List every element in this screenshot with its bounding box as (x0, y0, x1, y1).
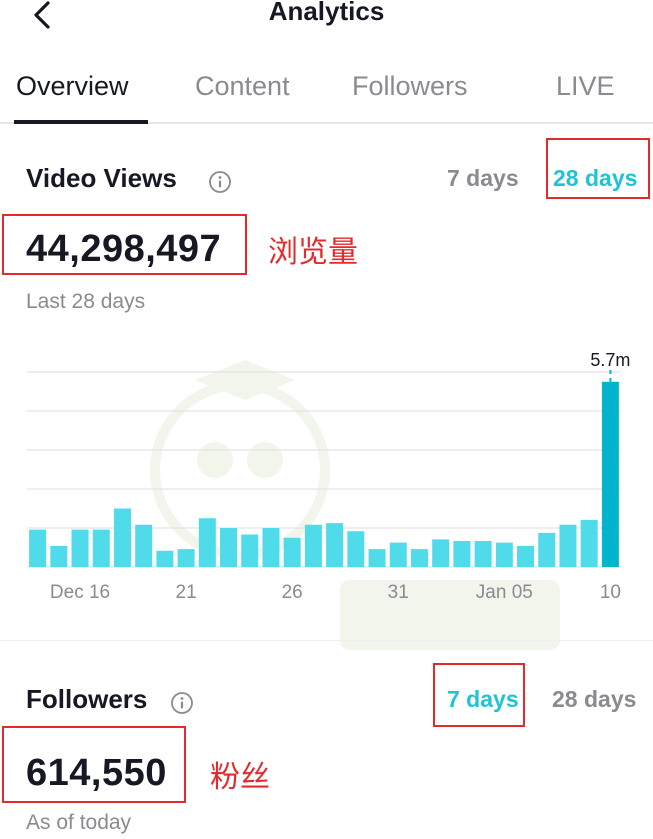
chart-bar[interactable] (559, 524, 577, 567)
chart-bar[interactable] (368, 549, 386, 567)
info-icon[interactable] (208, 170, 232, 194)
chart-bar[interactable] (410, 549, 428, 567)
chart-bar[interactable] (453, 541, 471, 567)
video-views-subtext: Last 28 days (26, 290, 146, 313)
tab-live[interactable]: LIVE (556, 71, 615, 102)
chart-bar[interactable] (220, 528, 238, 567)
video-views-chart: 5.7m Dec 16 21 26 31 Jan 05 10 (27, 350, 630, 603)
annotation-label: 浏览量 (268, 235, 358, 270)
followers-title: Followers (26, 684, 148, 714)
followers-subtext: As of today (26, 811, 132, 834)
chart-bar[interactable] (71, 529, 89, 567)
chart-bar[interactable] (432, 539, 450, 567)
x-tick-label: Dec 16 (50, 582, 110, 603)
chart-bar[interactable] (177, 549, 195, 567)
chart-bar[interactable] (538, 532, 556, 567)
x-tick-label: 21 (176, 582, 197, 603)
highlight-box (433, 663, 525, 727)
highlight-box (546, 138, 650, 199)
chart-bar[interactable] (241, 534, 259, 568)
chart-bar[interactable] (495, 542, 513, 567)
chart-bar[interactable] (347, 531, 365, 567)
chart-bar[interactable] (283, 537, 301, 567)
highlight-value-label: 5.7m (590, 350, 630, 370)
chart-bar[interactable] (156, 550, 174, 567)
chart-bar[interactable] (601, 381, 619, 567)
highlight-box (2, 214, 247, 275)
x-tick-label: 31 (388, 582, 409, 603)
tab-content[interactable]: Content (195, 71, 290, 102)
chart-bar[interactable] (92, 529, 110, 567)
chart-bar[interactable] (198, 518, 216, 567)
chart-bar[interactable] (517, 545, 535, 567)
chart-bar[interactable] (474, 541, 492, 567)
chart-bar[interactable] (135, 524, 153, 567)
x-tick-label: 10 (600, 582, 621, 603)
highlight-box (2, 726, 186, 803)
tab-bar: Overview Content Followers LIVE (0, 60, 653, 124)
range-28-days-button[interactable]: 28 days (552, 686, 636, 713)
chart-bar[interactable] (50, 545, 68, 567)
x-tick-label: 26 (282, 582, 303, 603)
tab-followers[interactable]: Followers (352, 71, 468, 102)
chart-bar[interactable] (304, 524, 322, 567)
chart-bar[interactable] (262, 528, 280, 567)
x-tick-label: Jan 05 (476, 582, 533, 603)
page-title: Analytics (268, 0, 385, 26)
info-icon[interactable] (170, 691, 194, 715)
tab-overview[interactable]: Overview (16, 71, 129, 102)
range-7-days-button[interactable]: 7 days (447, 165, 519, 192)
chart-bar[interactable] (580, 519, 598, 567)
chart-bar[interactable] (326, 523, 344, 567)
active-tab-indicator (14, 120, 148, 124)
chart-bar[interactable] (29, 529, 47, 567)
chart-bar[interactable] (389, 542, 407, 567)
annotation-label: 粉丝 (210, 760, 270, 795)
top-bar: Analytics (0, 0, 653, 40)
video-views-title: Video Views (26, 163, 177, 193)
chart-bar[interactable] (113, 508, 131, 568)
section-divider (0, 640, 653, 641)
